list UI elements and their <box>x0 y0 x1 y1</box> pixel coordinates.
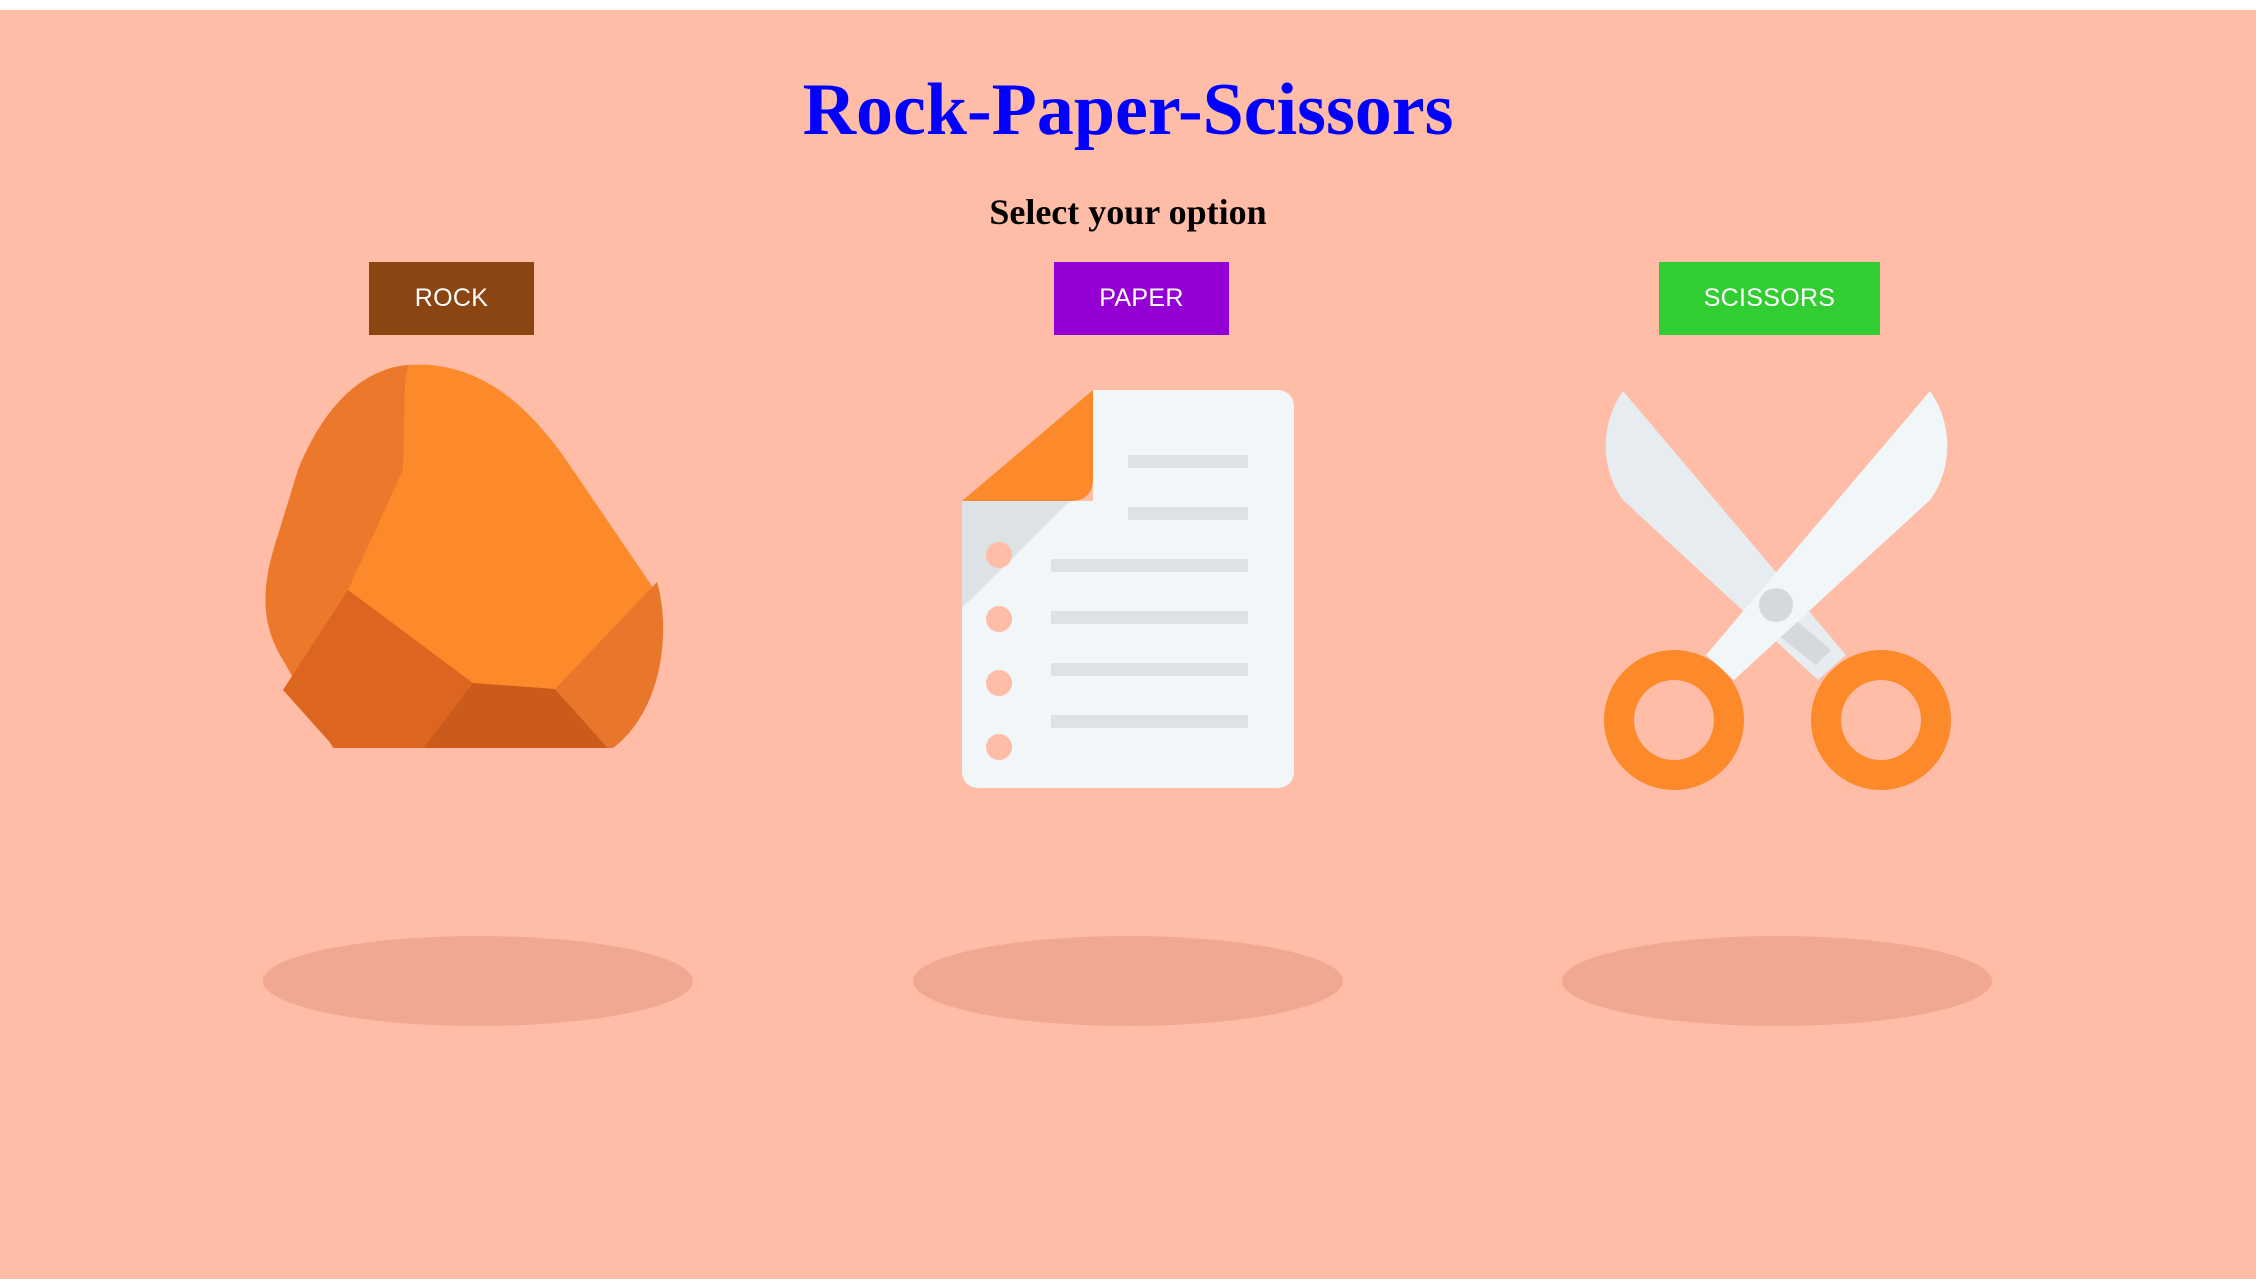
rock-shadow <box>263 936 693 1026</box>
page-subtitle: Select your option <box>989 192 1267 232</box>
paper-button[interactable]: PAPER <box>1054 262 1229 335</box>
scissors-shadow <box>1562 936 1992 1026</box>
scissors-button[interactable]: SCISSORS <box>1659 262 1880 335</box>
game-page: Rock-Paper-Scissors Select your option R… <box>0 10 2256 1279</box>
page-title: Rock-Paper-Scissors <box>802 69 1454 151</box>
rock-button[interactable]: ROCK <box>369 262 534 335</box>
paper-document-icon <box>962 390 1294 788</box>
paper-shadow <box>913 936 1343 1026</box>
rock-icon <box>265 364 664 748</box>
scissors-icon <box>1604 391 1951 790</box>
